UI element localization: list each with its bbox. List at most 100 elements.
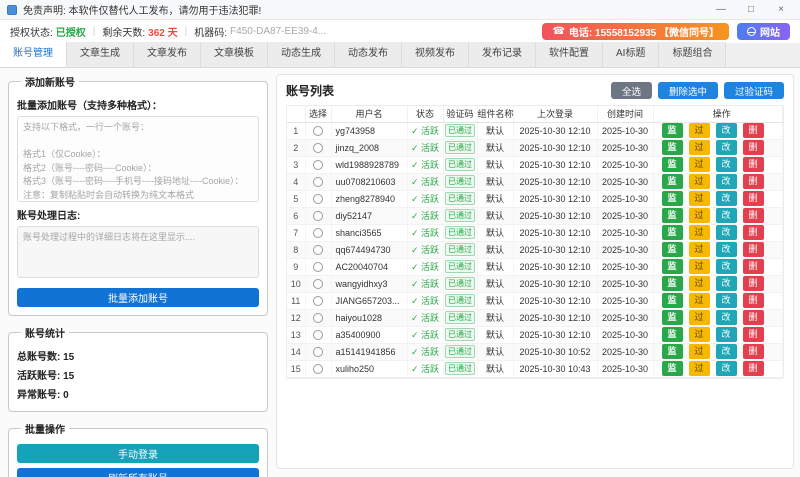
row-action-改-button[interactable]: 改: [716, 225, 737, 240]
row-action-监-button[interactable]: 监: [662, 123, 683, 138]
row-action-监-button[interactable]: 监: [662, 157, 683, 172]
row-action-过-button[interactable]: 过: [689, 174, 710, 189]
row-checkbox[interactable]: [313, 245, 323, 255]
row-action-删-button[interactable]: 删: [743, 293, 764, 308]
row-action-改-button[interactable]: 改: [716, 259, 737, 274]
tab-文章发布[interactable]: 文章发布: [134, 42, 201, 67]
toolbar-button-删除选中[interactable]: 删除选中: [658, 82, 718, 99]
tab-视频发布[interactable]: 视频发布: [402, 42, 469, 67]
row-action-监-button[interactable]: 监: [662, 174, 683, 189]
row-checkbox[interactable]: [313, 347, 323, 357]
tab-软件配置[interactable]: 软件配置: [536, 42, 603, 67]
row-action-监-button[interactable]: 监: [662, 276, 683, 291]
row-checkbox[interactable]: [313, 313, 323, 323]
row-action-删-button[interactable]: 删: [743, 191, 764, 206]
row-action-过-button[interactable]: 过: [689, 191, 710, 206]
row-checkbox[interactable]: [313, 194, 323, 204]
row-action-监-button[interactable]: 监: [662, 327, 683, 342]
toolbar-button-过验证码[interactable]: 过验证码: [724, 82, 784, 99]
row-action-改-button[interactable]: 改: [716, 242, 737, 257]
tab-文章生成[interactable]: 文章生成: [67, 42, 134, 67]
phone-button[interactable]: ☎ 电话: 15558152935 【微信同号】: [542, 23, 729, 40]
row-checkbox[interactable]: [313, 296, 323, 306]
row-action-监-button[interactable]: 监: [662, 242, 683, 257]
row-action-改-button[interactable]: 改: [716, 208, 737, 223]
row-action-过-button[interactable]: 过: [689, 361, 710, 376]
row-action-监-button[interactable]: 监: [662, 361, 683, 376]
row-action-监-button[interactable]: 监: [662, 208, 683, 223]
row-action-删-button[interactable]: 删: [743, 361, 764, 376]
close-icon[interactable]: ×: [766, 0, 796, 20]
batch-add-textarea[interactable]: [17, 116, 259, 202]
batch-add-button[interactable]: 批量添加账号: [17, 288, 259, 307]
row-action-改-button[interactable]: 改: [716, 344, 737, 359]
row-action-删-button[interactable]: 删: [743, 327, 764, 342]
row-action-监-button[interactable]: 监: [662, 140, 683, 155]
row-action-改-button[interactable]: 改: [716, 157, 737, 172]
row-action-过-button[interactable]: 过: [689, 276, 710, 291]
row-action-改-button[interactable]: 改: [716, 276, 737, 291]
row-action-删-button[interactable]: 删: [743, 208, 764, 223]
row-action-过-button[interactable]: 过: [689, 123, 710, 138]
row-action-改-button[interactable]: 改: [716, 293, 737, 308]
row-action-删-button[interactable]: 删: [743, 344, 764, 359]
row-checkbox[interactable]: [313, 143, 323, 153]
row-action-过-button[interactable]: 过: [689, 310, 710, 325]
row-action-过-button[interactable]: 过: [689, 293, 710, 308]
row-action-监-button[interactable]: 监: [662, 225, 683, 240]
row-checkbox[interactable]: [313, 126, 323, 136]
row-checkbox[interactable]: [313, 262, 323, 272]
row-action-监-button[interactable]: 监: [662, 344, 683, 359]
tab-动态生成[interactable]: 动态生成: [268, 42, 335, 67]
row-action-删-button[interactable]: 删: [743, 140, 764, 155]
log-textarea[interactable]: [17, 226, 259, 278]
row-action-改-button[interactable]: 改: [716, 174, 737, 189]
row-action-删-button[interactable]: 删: [743, 157, 764, 172]
row-checkbox[interactable]: [313, 228, 323, 238]
row-action-过-button[interactable]: 过: [689, 259, 710, 274]
row-action-过-button[interactable]: 过: [689, 242, 710, 257]
row-action-改-button[interactable]: 改: [716, 310, 737, 325]
row-action-删-button[interactable]: 删: [743, 259, 764, 274]
row-action-改-button[interactable]: 改: [716, 191, 737, 206]
row-action-改-button[interactable]: 改: [716, 327, 737, 342]
row-action-删-button[interactable]: 删: [743, 123, 764, 138]
row-action-删-button[interactable]: 删: [743, 174, 764, 189]
row-checkbox[interactable]: [313, 211, 323, 221]
row-action-改-button[interactable]: 改: [716, 361, 737, 376]
row-action-改-button[interactable]: 改: [716, 123, 737, 138]
tab-标题组合[interactable]: 标题组合: [659, 42, 726, 67]
row-action-监-button[interactable]: 监: [662, 310, 683, 325]
batch-op-button-刷新所有账号[interactable]: 刷新所有账号: [17, 468, 259, 477]
tab-发布记录[interactable]: 发布记录: [469, 42, 536, 67]
row-action-改-button[interactable]: 改: [716, 140, 737, 155]
maximize-icon[interactable]: □: [736, 0, 766, 20]
row-checkbox[interactable]: [313, 279, 323, 289]
tab-账号管理[interactable]: 账号管理: [0, 42, 67, 67]
last-login-cell: 2025-10-30 10:43: [513, 360, 597, 377]
tab-AI标题[interactable]: AI标题: [603, 42, 659, 67]
row-action-删-button[interactable]: 删: [743, 276, 764, 291]
row-action-删-button[interactable]: 删: [743, 242, 764, 257]
tab-文章模板[interactable]: 文章模板: [201, 42, 268, 67]
row-action-过-button[interactable]: 过: [689, 225, 710, 240]
batch-op-button-手动登录[interactable]: 手动登录: [17, 444, 259, 463]
minimize-icon[interactable]: —: [706, 0, 736, 20]
row-action-监-button[interactable]: 监: [662, 191, 683, 206]
row-action-过-button[interactable]: 过: [689, 157, 710, 172]
row-checkbox[interactable]: [313, 177, 323, 187]
toolbar-button-全选[interactable]: 全选: [611, 82, 652, 99]
row-action-删-button[interactable]: 删: [743, 310, 764, 325]
row-checkbox[interactable]: [313, 364, 323, 374]
row-checkbox[interactable]: [313, 160, 323, 170]
row-action-过-button[interactable]: 过: [689, 344, 710, 359]
row-action-删-button[interactable]: 删: [743, 225, 764, 240]
tab-动态发布[interactable]: 动态发布: [335, 42, 402, 67]
row-action-监-button[interactable]: 监: [662, 293, 683, 308]
row-action-过-button[interactable]: 过: [689, 140, 710, 155]
website-button[interactable]: 网站: [737, 23, 790, 40]
row-checkbox[interactable]: [313, 330, 323, 340]
row-action-过-button[interactable]: 过: [689, 208, 710, 223]
row-action-监-button[interactable]: 监: [662, 259, 683, 274]
row-action-过-button[interactable]: 过: [689, 327, 710, 342]
